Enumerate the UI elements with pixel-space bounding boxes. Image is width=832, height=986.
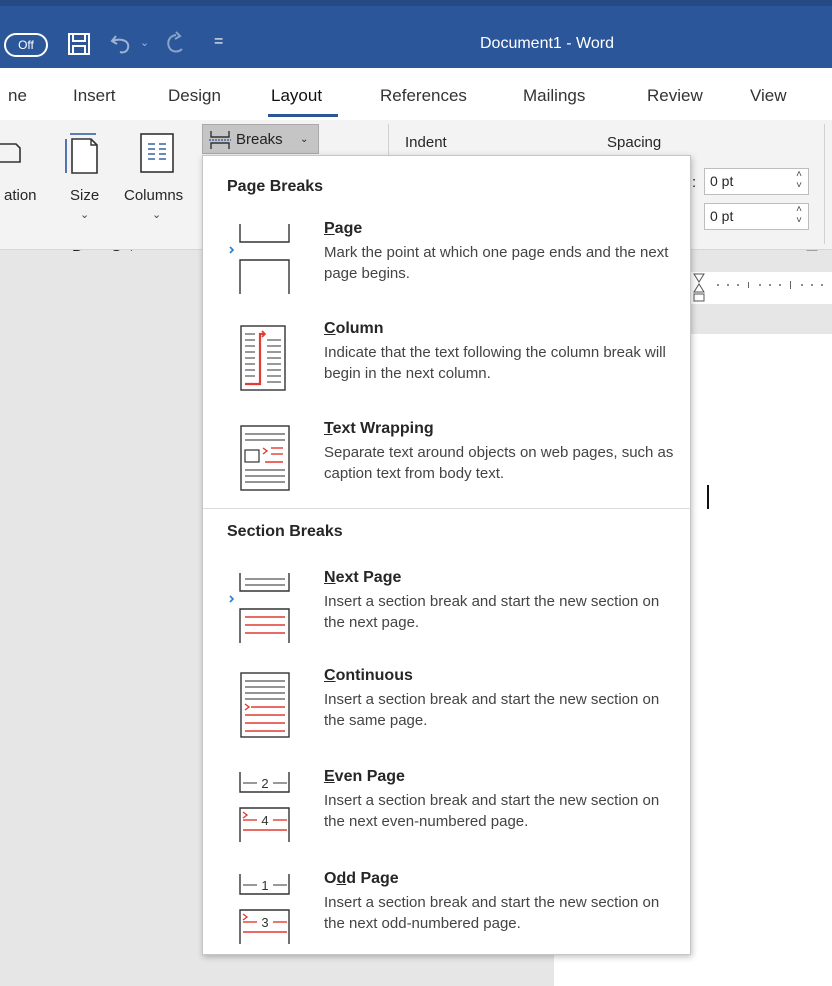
tab-insert[interactable]: Insert: [73, 86, 116, 106]
spacing-label: Spacing: [607, 134, 662, 151]
even-page-icon: 2 4: [239, 772, 290, 842]
title-bar: Off ⌄ = Document1 - Word: [0, 0, 832, 68]
save-icon[interactable]: [66, 31, 92, 57]
orientation-label[interactable]: ation: [4, 187, 37, 204]
title-pre: O: [324, 870, 337, 887]
section-breaks-heading: Section Breaks: [227, 523, 343, 540]
menu-item-description: Insert a section break and start the new…: [324, 593, 660, 631]
chevron-down-icon: ⌄: [300, 134, 309, 145]
breaks-label: Breaks: [236, 131, 283, 148]
spinner-arrows-icon[interactable]: ˄ ˅: [796, 169, 802, 191]
tab-layout[interactable]: Layout: [271, 86, 322, 106]
menu-item-description: Separate text around objects on web page…: [324, 444, 674, 482]
title-rest: ext Wrapping: [332, 420, 434, 437]
menu-item-title: Text Wrapping: [324, 420, 434, 438]
title-rest: ontinuous: [335, 667, 413, 684]
svg-text:2: 2: [261, 776, 268, 791]
menu-item-even-page[interactable]: 2 4 Even Page Insert a section break and…: [203, 768, 692, 860]
breaks-menu: Page Breaks Page Mark the point at which…: [202, 155, 691, 955]
continuous-icon: [240, 672, 290, 738]
spacing-colon: :: [692, 174, 697, 191]
menu-item-text-wrapping[interactable]: Text Wrapping Separate text around objec…: [203, 420, 692, 512]
menu-item-continuous[interactable]: Continuous Insert a section break and st…: [203, 667, 692, 759]
text-cursor: [707, 485, 709, 509]
document-title: Document1 - Word: [480, 35, 614, 52]
menu-item-page-break[interactable]: Page Mark the point at which one page en…: [203, 220, 692, 312]
title-rest: d Page: [346, 870, 399, 887]
section-divider: [203, 508, 690, 509]
spacing-before-field[interactable]: 0 pt ˄ ˅: [704, 168, 809, 195]
size-icon[interactable]: [63, 131, 103, 177]
menu-item-description: Insert a section break and start the new…: [324, 691, 660, 729]
spacing-after-field[interactable]: 0 pt ˄ ˅: [704, 203, 809, 230]
size-label[interactable]: Size: [70, 187, 99, 204]
autosave-toggle[interactable]: Off: [4, 33, 48, 57]
indent-label: Indent: [405, 134, 447, 151]
menu-item-title: Continuous: [324, 667, 413, 685]
menu-item-title: Page: [324, 220, 362, 238]
odd-page-icon: 1 3: [239, 874, 290, 944]
columns-dropdown-icon[interactable]: ⌄: [152, 208, 161, 221]
mnemonic: N: [324, 569, 336, 586]
ruler-gap: [690, 304, 832, 334]
svg-text:1: 1: [261, 878, 268, 893]
orientation-icon[interactable]: [0, 138, 22, 168]
redo-icon[interactable]: [162, 30, 190, 58]
next-page-icon: [229, 573, 290, 643]
group-divider: [824, 124, 825, 244]
title-bar-trim: [0, 0, 832, 6]
menu-item-description: Insert a section break and start the new…: [324, 792, 660, 830]
tab-references[interactable]: References: [380, 86, 467, 106]
mnemonic: C: [324, 667, 336, 684]
menu-item-description: Indicate that the text following the col…: [324, 344, 666, 382]
mnemonic: T: [324, 420, 333, 437]
tab-review[interactable]: Review: [647, 86, 703, 106]
columns-icon[interactable]: [139, 132, 175, 174]
mnemonic: P: [324, 220, 335, 237]
page-break-icon: [229, 224, 290, 294]
spacing-before-value: 0 pt: [710, 173, 734, 189]
title-rest: ext Page: [335, 569, 402, 586]
menu-item-title: Next Page: [324, 569, 401, 587]
breaks-button[interactable]: Breaks ⌄: [202, 124, 319, 154]
menu-item-next-page[interactable]: Next Page Insert a section break and sta…: [203, 569, 692, 661]
spacing-after-value: 0 pt: [710, 208, 734, 224]
ruler-marks: [693, 273, 823, 302]
horizontal-ruler[interactable]: [690, 272, 832, 304]
tab-design[interactable]: Design: [168, 86, 221, 106]
text-wrapping-icon: [240, 425, 290, 491]
ribbon-tabs: ne Insert Design Layout References Maili…: [0, 68, 832, 120]
menu-item-title: Column: [324, 320, 384, 338]
title-rest: age: [334, 220, 363, 237]
menu-item-odd-page[interactable]: 1 3 Odd Page Insert a section break and …: [203, 870, 692, 962]
menu-item-description: Mark the point at which one page ends an…: [324, 244, 669, 282]
title-rest: olumn: [335, 320, 384, 337]
customize-qat-icon[interactable]: =: [214, 33, 223, 51]
breaks-icon: [209, 131, 231, 149]
svg-text:3: 3: [261, 915, 268, 930]
menu-item-title: Odd Page: [324, 870, 399, 888]
svg-text:4: 4: [261, 813, 268, 828]
tab-view[interactable]: View: [750, 86, 787, 106]
tab-home[interactable]: ne: [8, 86, 27, 106]
page-breaks-heading: Page Breaks: [227, 178, 324, 195]
mnemonic: C: [324, 320, 336, 337]
mnemonic: E: [324, 768, 335, 785]
column-break-icon: [240, 325, 286, 391]
menu-item-column-break[interactable]: Column Indicate that the text following …: [203, 320, 692, 412]
tab-mailings[interactable]: Mailings: [523, 86, 585, 106]
menu-item-title: Even Page: [324, 768, 405, 786]
undo-dropdown-icon[interactable]: ⌄: [140, 36, 149, 49]
menu-item-description: Insert a section break and start the new…: [324, 894, 660, 932]
spinner-arrows-icon[interactable]: ˄ ˅: [796, 204, 802, 226]
undo-icon[interactable]: [108, 30, 136, 58]
columns-label[interactable]: Columns: [124, 187, 183, 204]
title-rest: ven Page: [334, 768, 405, 785]
mnemonic: d: [336, 870, 347, 887]
active-tab-indicator: [268, 114, 338, 117]
size-dropdown-icon[interactable]: ⌄: [80, 208, 89, 221]
